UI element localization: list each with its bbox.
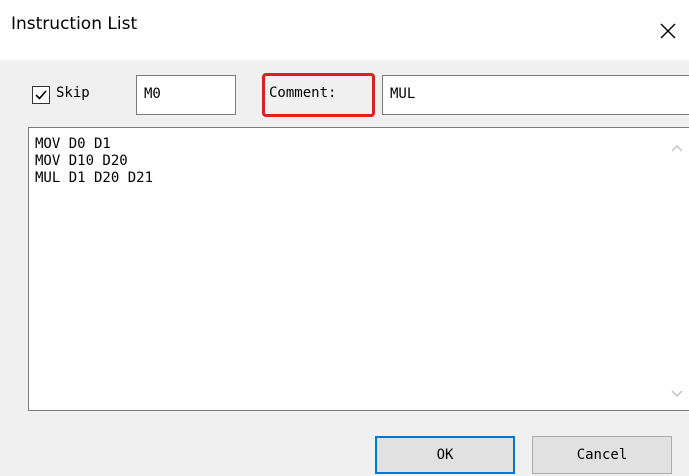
instruction-line: MOV D10 D20 — [35, 153, 128, 169]
skip-label[interactable]: Skip — [56, 85, 90, 101]
comment-input-value: MUL — [390, 86, 416, 102]
close-button[interactable] — [653, 6, 689, 50]
instruction-line: MOV D0 D1 — [35, 136, 111, 152]
chevron-down-icon[interactable] — [671, 390, 683, 398]
close-icon — [660, 23, 676, 39]
dialog-title: Instruction List — [11, 14, 138, 34]
ok-button[interactable]: OK — [375, 436, 515, 474]
instruction-lines: MOV D0 D1 MOV D10 D20 MUL D1 D20 D21 — [35, 136, 153, 187]
cancel-button[interactable]: Cancel — [532, 436, 672, 474]
skip-input[interactable]: M0 — [136, 75, 236, 115]
comment-input[interactable]: MUL — [382, 75, 689, 115]
checkmark-icon — [35, 90, 47, 100]
chevron-up-icon[interactable] — [671, 144, 683, 152]
title-bar: Instruction List — [0, 0, 689, 60]
skip-checkbox[interactable] — [32, 86, 50, 104]
vertical-scrollbar[interactable] — [665, 128, 689, 410]
comment-label: Comment: — [269, 85, 337, 101]
instruction-line: MUL D1 D20 D21 — [35, 170, 154, 186]
instruction-textarea[interactable]: MOV D0 D1 MOV D10 D20 MUL D1 D20 D21 — [28, 127, 689, 411]
skip-input-value: M0 — [144, 86, 161, 102]
instruction-list-dialog: Instruction List Skip M0 Comment: MUL MO… — [0, 0, 689, 476]
